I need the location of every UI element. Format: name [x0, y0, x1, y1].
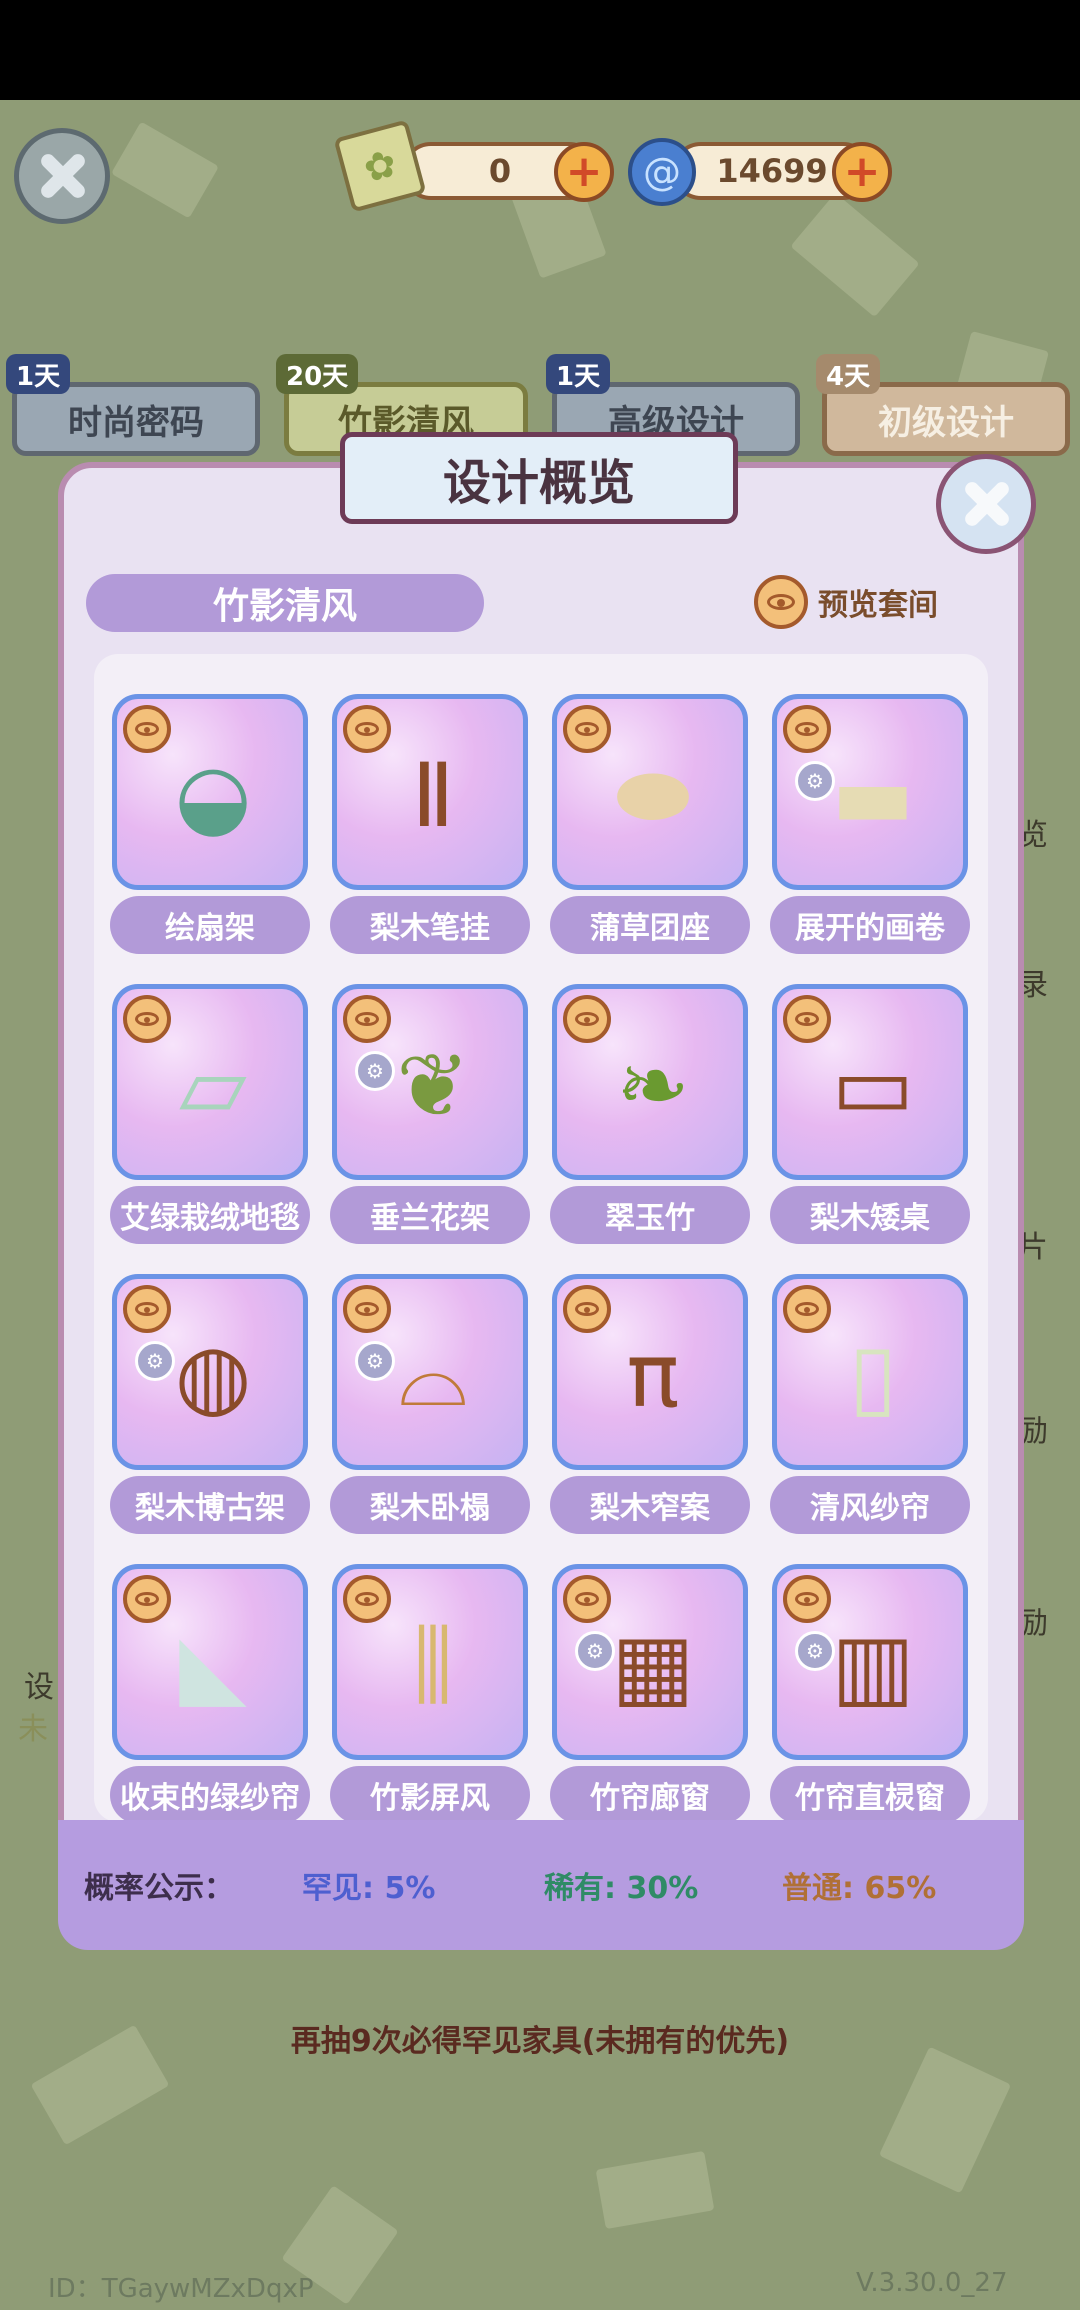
- probability-rare: 罕见: 5%: [302, 1871, 436, 1906]
- item-card[interactable]: ⚙ ❦: [332, 984, 528, 1180]
- bamboo-window-icon: ▦: [611, 1613, 695, 1717]
- item-card[interactable]: Ⅱ: [332, 694, 528, 890]
- tab-label: 初级设计: [878, 402, 1014, 443]
- probability-title: 概率公示：: [84, 1871, 234, 1906]
- preview-suite-button[interactable]: 预览套间: [754, 572, 938, 632]
- side-label: 未: [18, 1712, 48, 1747]
- item-label: 绘扇架: [110, 896, 310, 954]
- item-card[interactable]: π: [552, 1274, 748, 1470]
- tab-days-badge: 4天: [816, 354, 881, 394]
- player-id: ID：TGaywMZxDqxP: [48, 2274, 314, 2304]
- probability-common: 普通: 65%: [782, 1871, 937, 1906]
- narrow-table-icon: π: [626, 1323, 680, 1427]
- close-icon[interactable]: [14, 128, 110, 224]
- item-card[interactable]: ▯: [772, 1274, 968, 1470]
- item-card[interactable]: ◣: [112, 1564, 308, 1760]
- dialog-title-text: 设计概览: [442, 455, 635, 511]
- dialog-title: 设计概览: [340, 432, 738, 524]
- folding-screen-icon: ⫼: [412, 1612, 454, 1716]
- dialog-close-icon[interactable]: [936, 454, 1036, 554]
- item-label: 垂兰花架: [330, 1186, 530, 1244]
- tab-label: 时尚密码: [68, 402, 204, 443]
- item-label: 梨木卧榻: [330, 1476, 530, 1534]
- side-label: 设: [24, 1670, 54, 1705]
- fan-stand-icon: ◒: [174, 743, 252, 847]
- low-table-icon: ▭: [831, 1033, 915, 1137]
- item-label: 竹帘直棂窗: [770, 1766, 970, 1822]
- item-label: 展开的画卷: [770, 896, 970, 954]
- item-card[interactable]: ▭: [772, 984, 968, 1180]
- lattice-window-icon: ▥: [831, 1613, 915, 1717]
- item-card[interactable]: ⚙ ◍: [112, 1274, 308, 1470]
- item-label: 蒲草团座: [550, 896, 750, 954]
- brush-rack-icon: Ⅱ: [411, 743, 455, 847]
- round-cushion-icon: ⬬: [615, 742, 691, 846]
- tab-days-badge: 20天: [276, 354, 359, 394]
- item-label: 梨木博古架: [110, 1476, 310, 1534]
- curio-shelf-icon: ◍: [174, 1323, 252, 1427]
- bamboo-plant-icon: ❧: [616, 1033, 690, 1137]
- item-card[interactable]: ⚙ ⌓: [332, 1274, 528, 1470]
- pity-notice: 再抽9次必得罕见家具(未拥有的优先): [290, 2024, 790, 2059]
- tied-curtain-icon: ◣: [179, 1613, 247, 1717]
- item-label: 梨木矮桌: [770, 1186, 970, 1244]
- item-card[interactable]: ⬬: [552, 694, 748, 890]
- preview-suite-label: 预览套间: [818, 588, 938, 623]
- version-label: V.3.30.0_27: [856, 2268, 1008, 2298]
- item-card[interactable]: ⚙ ▬: [772, 694, 968, 890]
- daybed-icon: ⌓: [398, 1322, 468, 1426]
- item-card[interactable]: ⚙ ▥: [772, 1564, 968, 1760]
- item-label: 竹帘廊窗: [550, 1766, 750, 1822]
- tab-days-badge: 1天: [6, 354, 71, 394]
- item-label: 清风纱帘: [770, 1476, 970, 1534]
- set-name-text: 竹影清风: [212, 586, 357, 627]
- item-label: 梨木笔挂: [330, 896, 530, 954]
- add-swirl-button[interactable]: +: [832, 142, 892, 202]
- item-label: 艾绿栽绒地毯: [110, 1186, 310, 1244]
- green-rug-icon: ▱: [179, 1033, 247, 1137]
- item-card[interactable]: ▱: [112, 984, 308, 1180]
- item-card[interactable]: ⚙ ▦: [552, 1564, 748, 1760]
- blue-swirl-icon: @: [628, 138, 696, 206]
- add-ticket-button[interactable]: +: [554, 142, 614, 202]
- item-label: 收束的绿纱帘: [110, 1766, 310, 1822]
- eye-icon: [754, 575, 808, 629]
- item-card[interactable]: ❧: [552, 984, 748, 1180]
- item-grid: ◒ 绘扇架 Ⅱ 梨木笔挂 ⬬ 蒲草团座 ⚙ ▬ 展开的画卷 ▱ 艾绿栽绒地毯 ⚙ ❦…: [94, 654, 988, 1822]
- orchid-stand-icon: ❦: [396, 1033, 470, 1137]
- status-bar: [0, 0, 1080, 100]
- item-label: 翠玉竹: [550, 1186, 750, 1244]
- set-name-pill: 竹影清风: [86, 574, 484, 632]
- item-label: 竹影屏风: [330, 1766, 530, 1822]
- probability-uncommon: 稀有: 30%: [544, 1871, 699, 1906]
- tab-days-badge: 1天: [546, 354, 611, 394]
- item-card[interactable]: ⫼: [332, 1564, 528, 1760]
- item-label: 梨木窄案: [550, 1476, 750, 1534]
- gauze-curtain-icon: ▯: [848, 1323, 898, 1427]
- probability-bar: 概率公示： 罕见: 5% 稀有: 30% 普通: 65%: [58, 1820, 1024, 1950]
- ticket-count: 0: [488, 152, 512, 190]
- scroll-painting-icon: ▬: [831, 743, 915, 847]
- item-card[interactable]: ◒: [112, 694, 308, 890]
- swirl-count: 14699: [716, 152, 828, 190]
